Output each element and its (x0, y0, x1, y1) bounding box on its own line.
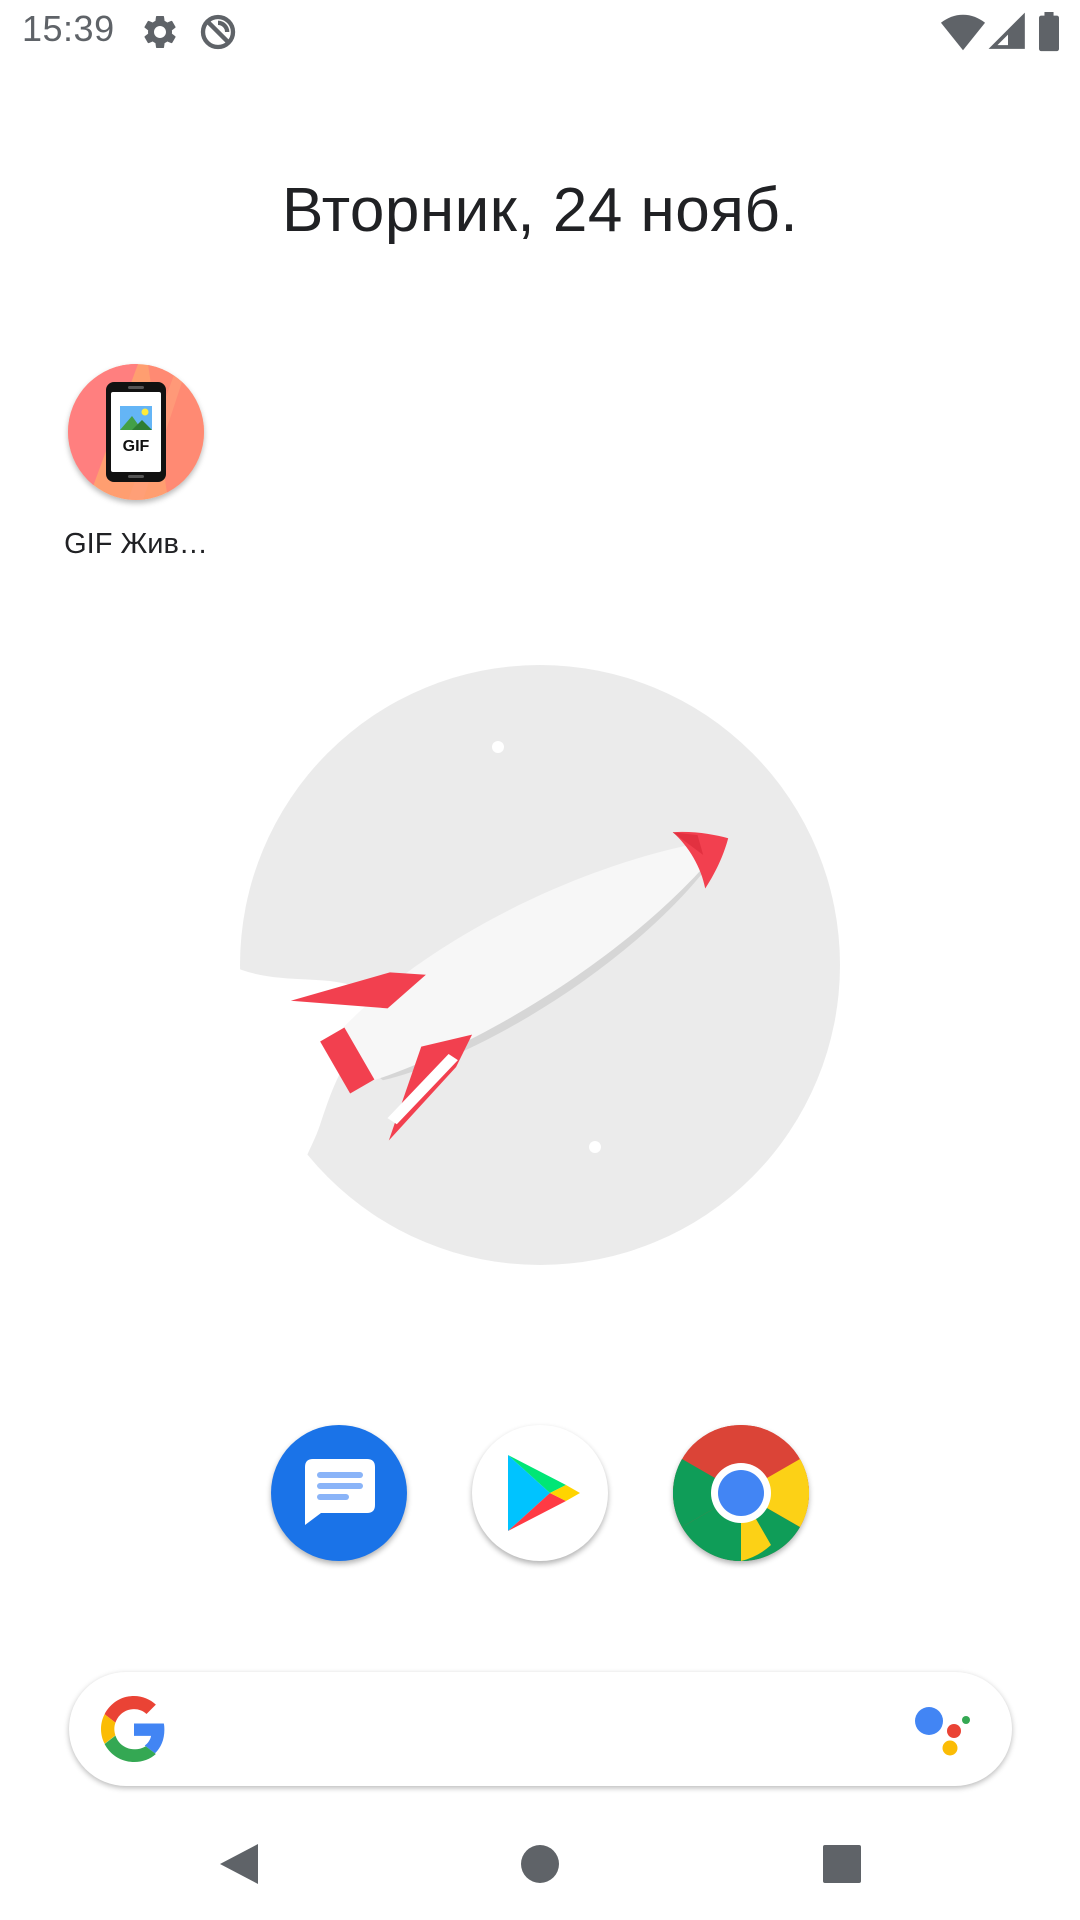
chrome-icon (672, 1425, 810, 1562)
messages-icon (305, 1459, 375, 1525)
date-widget[interactable]: Вторник, 24 нояб. (0, 175, 1080, 246)
status-time: 15:39 (22, 8, 115, 49)
google-search-bar[interactable] (69, 1672, 1012, 1786)
battery-icon (1039, 12, 1059, 52)
status-bar: 15:39 (0, 0, 1080, 66)
settings-icon (144, 15, 176, 48)
google-g-icon[interactable] (101, 1696, 167, 1762)
do-not-disturb-icon (200, 14, 236, 50)
dock-app-chrome[interactable] (672, 1425, 810, 1562)
play-store-icon (508, 1455, 580, 1531)
gif-live-wallpaper-icon: GIF (68, 364, 204, 500)
home-screen: 15:39 Вторник, 24 нояб. GIF GIF Жив… (0, 0, 1080, 1920)
dock-app-play-store[interactable] (472, 1425, 608, 1561)
recents-icon[interactable] (812, 1834, 872, 1894)
app-gif-live-wallpaper[interactable]: GIF GIF Жив… (56, 364, 216, 561)
dock-app-messages[interactable] (271, 1425, 407, 1561)
rocket-icon (230, 665, 840, 1265)
cellular-signal-icon (988, 12, 1025, 49)
back-icon[interactable] (210, 1834, 270, 1894)
home-icon[interactable] (510, 1834, 570, 1894)
app-label: GIF Жив… (64, 528, 208, 560)
svg-text:GIF: GIF (123, 438, 150, 455)
wifi-icon (940, 14, 986, 51)
google-assistant-icon[interactable] (912, 1704, 972, 1756)
